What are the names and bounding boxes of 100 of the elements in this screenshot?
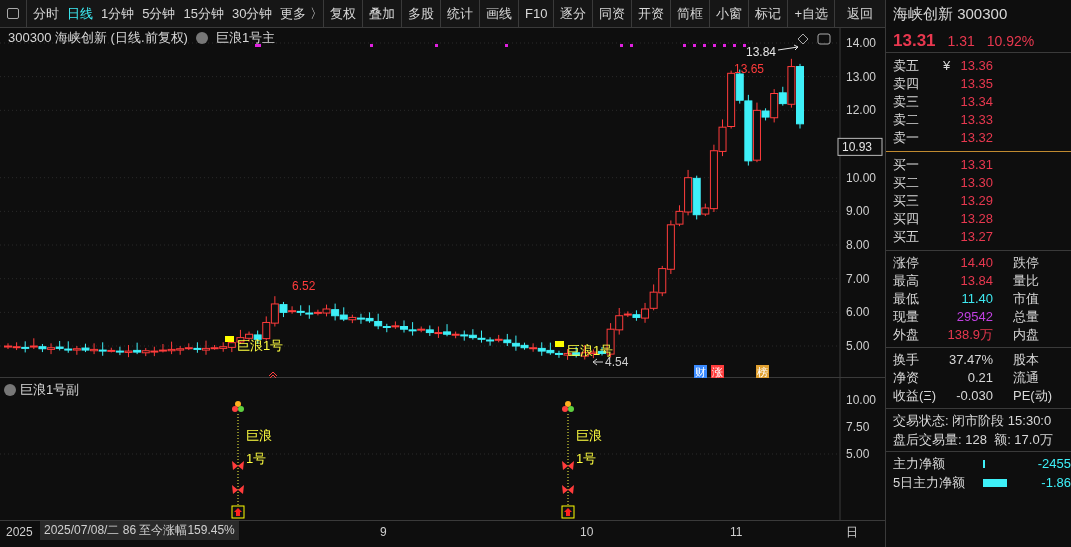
signal-marker: [225, 336, 234, 342]
event-badge[interactable]: 涨: [711, 365, 724, 378]
quote-value: 29542: [955, 308, 993, 327]
quote-value: 13.33: [959, 111, 993, 130]
quote-label: 买五: [893, 228, 920, 247]
percent-change: 10.92%: [986, 32, 1035, 51]
fruit-icon: [232, 401, 244, 412]
quote-value: 13.36: [959, 57, 993, 76]
period-tab[interactable]: 1分钟: [100, 3, 135, 24]
sidebar-toggle-icon[interactable]: [7, 8, 19, 19]
quote-label: PE(动): [1013, 387, 1052, 406]
period-tab[interactable]: 日线: [66, 3, 93, 24]
toolbar-button[interactable]: 简框: [670, 0, 710, 27]
toolbar-button[interactable]: 返回: [834, 0, 885, 27]
price-axis-label: 12.00: [846, 103, 877, 118]
indicator-axis-label: 5.00: [846, 447, 870, 461]
indicator-name[interactable]: 巨浪1号副: [20, 380, 80, 400]
flow-bar: [983, 478, 1007, 487]
quote-label: 卖二: [893, 111, 920, 130]
toolbar-button[interactable]: 叠加: [362, 0, 401, 27]
period-label: 日: [846, 524, 858, 541]
indicator-name[interactable]: 巨浪1号主: [215, 28, 276, 48]
date-label: 10: [580, 524, 594, 541]
date-label: 9: [380, 524, 387, 541]
toolbar-button[interactable]: 开资: [631, 0, 671, 27]
quote-value: 0.21: [966, 369, 993, 388]
quote-value: 13.34: [959, 93, 993, 112]
price-change: 1.31: [947, 32, 975, 51]
quote-label: 净资: [893, 369, 920, 388]
toolbar-button[interactable]: F10: [518, 0, 554, 27]
toolbar-button[interactable]: 逐分: [553, 0, 593, 27]
quote-value: -0.030: [955, 387, 993, 406]
toolbar-button[interactable]: 同资: [592, 0, 632, 27]
period-tab[interactable]: 30分钟: [231, 3, 273, 24]
stock-name: 海峡创新 300300: [893, 4, 1009, 24]
chart-title: 300300 海峡创新 (日线.前复权): [8, 29, 188, 47]
panel-toggle-icon[interactable]: [817, 33, 831, 45]
price-annotation: 13.65: [734, 62, 765, 76]
toolbar-button[interactable]: 标记: [748, 0, 788, 27]
quote-label: 换手: [893, 351, 920, 370]
quote-label: 最低: [893, 290, 920, 309]
bow-icon: [232, 461, 244, 470]
last-price: 13.31: [893, 30, 936, 52]
trading-status: 盘后交易量: 128 额: 17.0万: [893, 431, 1054, 449]
period-tab[interactable]: 分时: [32, 3, 59, 24]
date-label: 11: [730, 524, 743, 541]
quote-label: 最高: [893, 272, 920, 291]
quote-value: 138.9万: [947, 326, 993, 345]
arrow-icon: [777, 44, 799, 51]
signal-label: 巨浪1号: [237, 338, 284, 353]
quote-label: 买四: [893, 210, 920, 229]
date-tooltip: 2025/07/08/二 86 至今涨幅159.45%: [40, 521, 239, 540]
signal-label: 巨浪: [246, 428, 272, 443]
price-axis-label: 9.00: [846, 204, 870, 219]
quote-label: 跌停: [1013, 254, 1039, 273]
up-arrow-icon: [561, 505, 575, 519]
period-tab[interactable]: 更多 〉: [280, 3, 323, 24]
quote-value: 13.30: [959, 174, 993, 193]
quote-value: 13.27: [959, 228, 993, 247]
quote-label: 买一: [893, 156, 920, 175]
period-tab[interactable]: 5分钟: [142, 3, 176, 24]
quote-label: 收益(Ξ): [893, 387, 938, 406]
price-axis-label: 5.00: [846, 339, 870, 354]
toolbar-button[interactable]: 多股: [401, 0, 440, 27]
quote-value: 13.31: [959, 156, 993, 175]
price-tag: 10.93: [837, 137, 883, 156]
flow-value: -1.86: [1041, 473, 1071, 492]
price-axis-label: 10.00: [846, 170, 877, 185]
dropdown-icon[interactable]: [195, 31, 208, 44]
date-label: 2025: [6, 524, 33, 541]
quote-label: 市值: [1013, 290, 1039, 309]
flow-label: 主力净额: [893, 454, 946, 473]
period-tab[interactable]: 15分钟: [183, 3, 224, 24]
quote-label: 卖五: [893, 57, 920, 76]
bow-icon: [562, 461, 574, 470]
toolbar-button[interactable]: 小窗: [709, 0, 749, 27]
toolbar-button[interactable]: 统计: [440, 0, 479, 27]
quote-label: 内盘: [1013, 326, 1039, 345]
quote-label: 现量: [893, 308, 920, 327]
indicator-axis-label: 7.50: [846, 420, 870, 434]
currency-label: ¥: [943, 58, 951, 74]
quote-value: 13.35: [959, 75, 993, 94]
quote-value: 13.28: [959, 210, 993, 229]
quote-value: 37.47%: [947, 351, 993, 370]
double-chevron-icon: [268, 371, 278, 378]
toolbar-button[interactable]: +自选: [787, 0, 834, 27]
signal-label: 1号: [246, 451, 267, 466]
arrow-icon: [592, 358, 604, 366]
flow-value: -2455: [1037, 454, 1071, 473]
quote-label: 外盘: [893, 326, 920, 345]
toolbar-button[interactable]: 画线: [479, 0, 518, 27]
quote-label: 股本: [1013, 351, 1039, 370]
dropdown-icon[interactable]: [4, 383, 16, 396]
toolbar-button[interactable]: 复权: [323, 0, 362, 27]
quote-value: 13.84: [959, 272, 993, 291]
price-axis-label: 14.00: [846, 36, 877, 50]
price-axis-label: 13.00: [846, 69, 877, 84]
quote-label: 量比: [1013, 272, 1039, 291]
signal-label: 1号: [576, 451, 597, 466]
price-axis-label: 7.00: [846, 271, 870, 286]
